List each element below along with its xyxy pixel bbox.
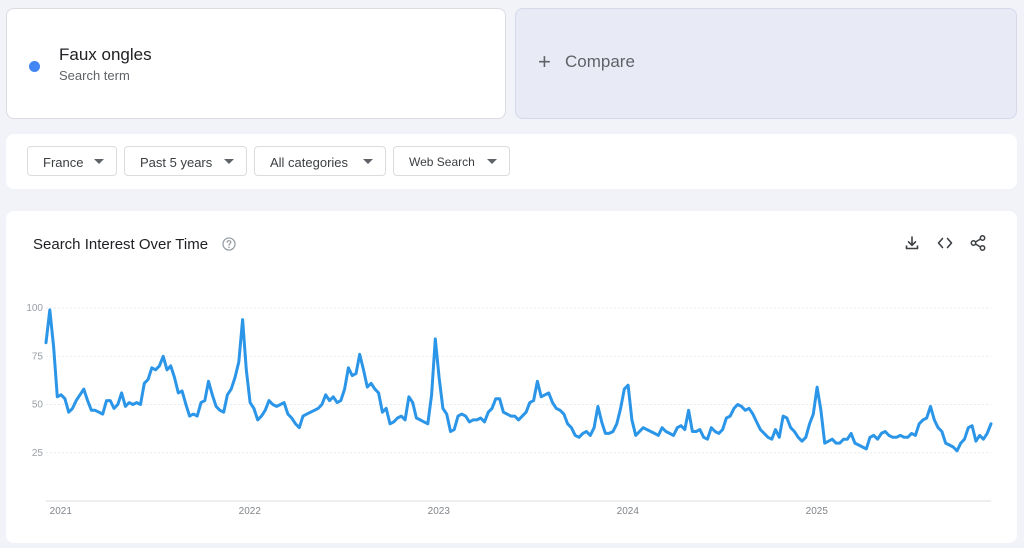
time-filter-dropdown[interactable]: Past 5 years xyxy=(124,146,247,176)
property-filter-label: Web Search xyxy=(409,155,475,169)
y-tick-label: 75 xyxy=(32,351,44,362)
geo-filter-dropdown[interactable]: France xyxy=(27,146,117,176)
x-tick-label: 2023 xyxy=(428,506,451,517)
category-filter-label: All categories xyxy=(270,155,349,170)
x-tick-label: 2022 xyxy=(239,506,262,517)
time-filter-label: Past 5 years xyxy=(140,155,213,170)
y-tick-label: 25 xyxy=(32,448,44,459)
y-tick-label: 50 xyxy=(32,400,44,411)
caret-down-icon xyxy=(487,159,497,164)
caret-down-icon xyxy=(94,159,104,164)
interest-over-time-card: Search Interest Over Time 25 50 75 100 2021 2… xyxy=(6,211,1017,543)
compare-label: Compare xyxy=(565,52,635,71)
caret-down-icon xyxy=(224,159,234,164)
compare-button[interactable]: + Compare xyxy=(515,8,1017,119)
search-term-card[interactable]: Faux ongles Search term xyxy=(6,8,506,119)
x-tick-label: 2025 xyxy=(806,506,829,517)
line-chart: 25 50 75 100 2021 2022 2023 2024 2025 xyxy=(26,303,993,517)
property-filter-dropdown[interactable]: Web Search xyxy=(393,146,510,176)
series-color-dot xyxy=(29,61,40,72)
search-term-name[interactable]: Faux ongles xyxy=(59,45,152,65)
filter-bar: France Past 5 years All categories Web S… xyxy=(6,134,1017,189)
x-tick-label: 2024 xyxy=(617,506,640,517)
search-term-subtitle: Search term xyxy=(59,68,130,83)
geo-filter-label: France xyxy=(43,155,84,170)
x-tick-label: 2021 xyxy=(50,506,73,517)
series-line xyxy=(44,308,993,453)
y-tick-label: 100 xyxy=(26,303,43,314)
plus-icon: + xyxy=(538,49,551,74)
caret-down-icon xyxy=(363,159,373,164)
category-filter-dropdown[interactable]: All categories xyxy=(254,146,386,176)
